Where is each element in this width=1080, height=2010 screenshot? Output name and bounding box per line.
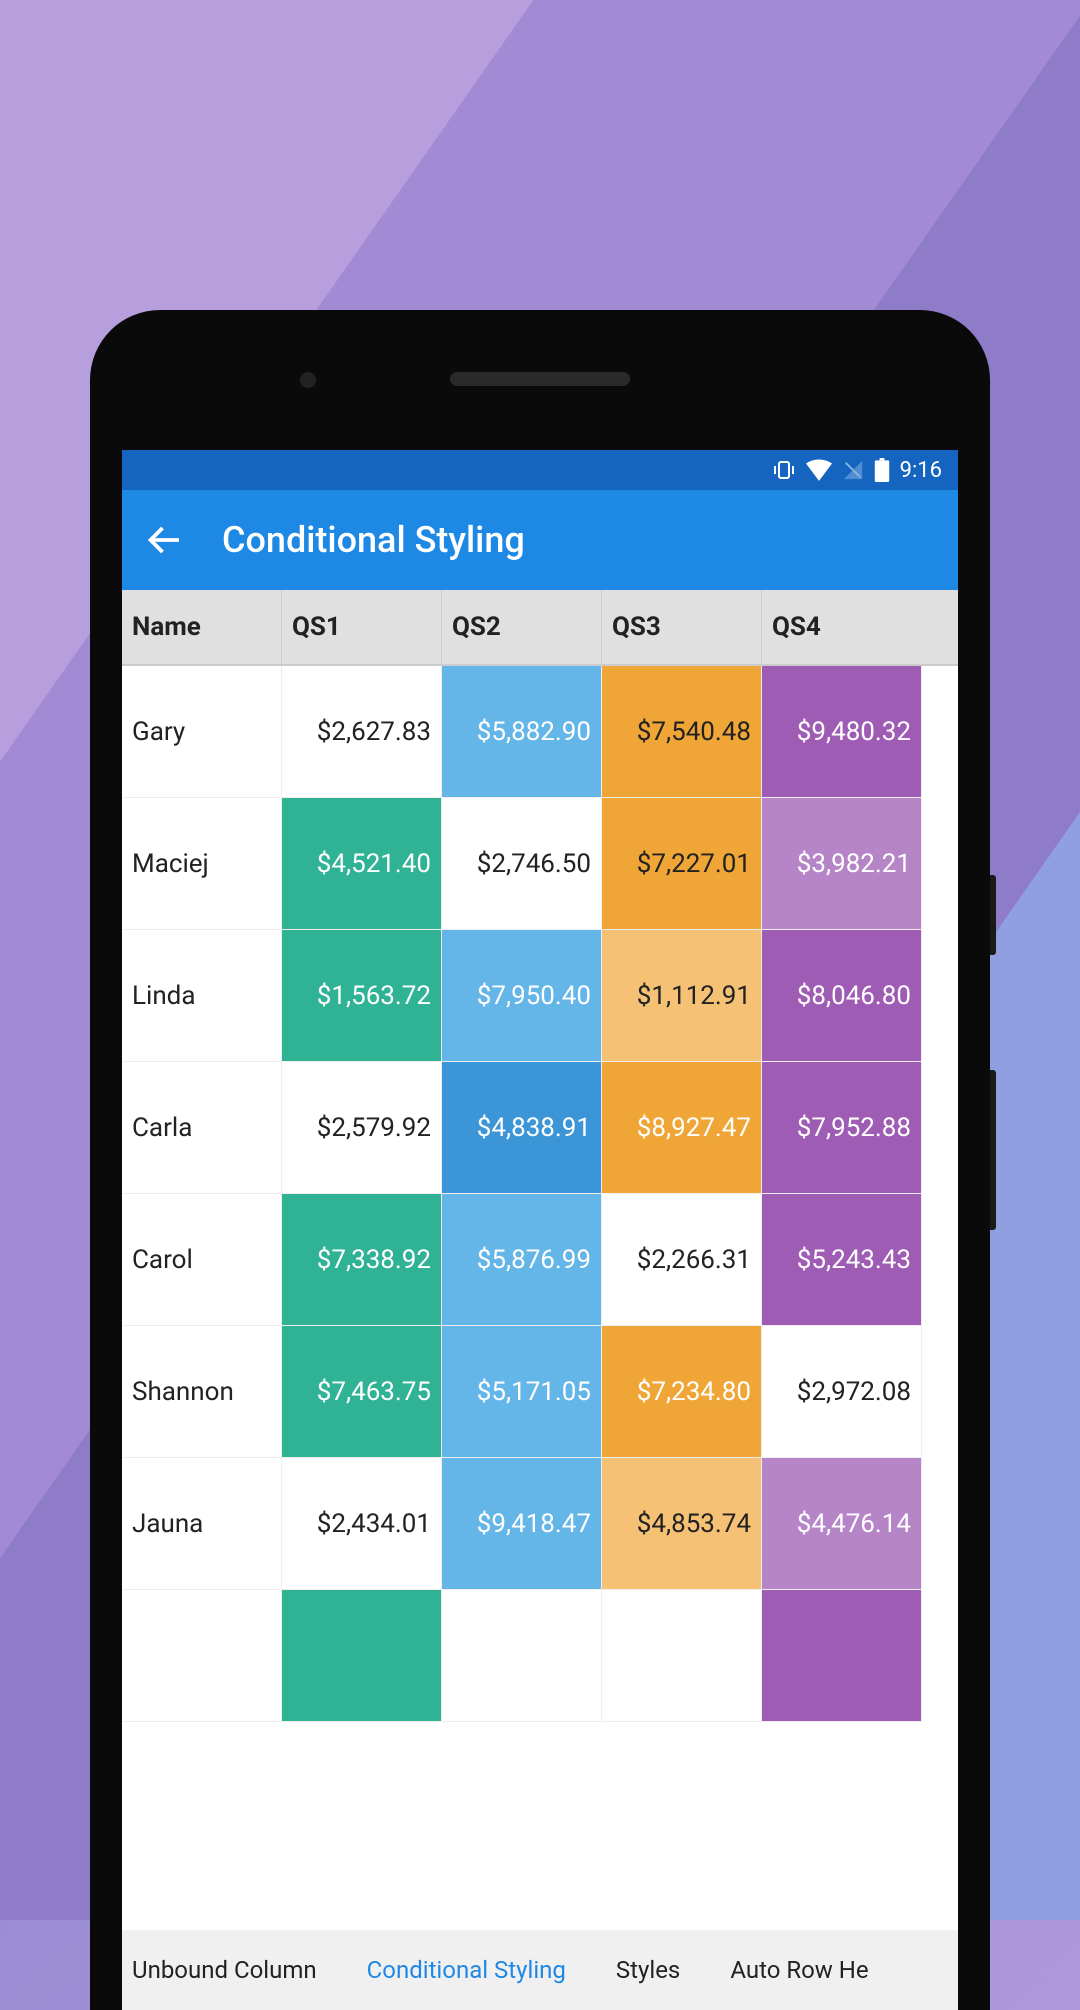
table-row[interactable]: Gary$2,627.83$5,882.90$7,540.48$9,480.32 xyxy=(122,666,958,798)
cell-qs1[interactable]: $1,563.72 xyxy=(282,930,442,1062)
cell-qs4[interactable]: $3,982.21 xyxy=(762,798,922,930)
grid-body: Gary$2,627.83$5,882.90$7,540.48$9,480.32… xyxy=(122,666,958,1722)
phone-side-button xyxy=(990,875,996,955)
cell-qs2[interactable]: $2,746.50 xyxy=(442,798,602,930)
cell-qs3[interactable]: $7,234.80 xyxy=(602,1326,762,1458)
wifi-icon xyxy=(806,459,832,481)
table-row[interactable]: Jauna$2,434.01$9,418.47$4,853.74$4,476.1… xyxy=(122,1458,958,1590)
cell-qs2[interactable] xyxy=(442,1590,602,1722)
no-signal-icon xyxy=(842,459,864,481)
status-bar: 9:16 xyxy=(122,450,958,490)
cell-qs2[interactable]: $5,876.99 xyxy=(442,1194,602,1326)
cell-qs4[interactable]: $7,952.88 xyxy=(762,1062,922,1194)
cell-qs2[interactable]: $9,418.47 xyxy=(442,1458,602,1590)
cell-qs4[interactable]: $8,046.80 xyxy=(762,930,922,1062)
cell-qs3[interactable]: $7,540.48 xyxy=(602,666,762,798)
cell-qs3[interactable]: $2,266.31 xyxy=(602,1194,762,1326)
cell-qs2[interactable]: $7,950.40 xyxy=(442,930,602,1062)
app-bar: Conditional Styling xyxy=(122,490,958,590)
col-header-qs1[interactable]: QS1 xyxy=(282,590,442,664)
battery-icon xyxy=(874,458,890,482)
phone-side-button xyxy=(990,1070,996,1230)
cell-qs4[interactable]: $4,476.14 xyxy=(762,1458,922,1590)
col-header-qs2[interactable]: QS2 xyxy=(442,590,602,664)
col-header-name[interactable]: Name xyxy=(122,590,282,664)
cell-qs3[interactable]: $8,927.47 xyxy=(602,1062,762,1194)
phone-speaker xyxy=(450,372,630,386)
cell-name[interactable] xyxy=(122,1590,282,1722)
cell-qs4[interactable]: $5,243.43 xyxy=(762,1194,922,1326)
page-title: Conditional Styling xyxy=(222,519,525,561)
data-grid[interactable]: Name QS1 QS2 QS3 QS4 Gary$2,627.83$5,882… xyxy=(122,590,958,1930)
phone-camera xyxy=(300,372,316,388)
col-header-qs4[interactable]: QS4 xyxy=(762,590,922,664)
cell-qs1[interactable]: $2,627.83 xyxy=(282,666,442,798)
cell-qs4[interactable] xyxy=(762,1590,922,1722)
cell-qs3[interactable] xyxy=(602,1590,762,1722)
cell-qs4[interactable]: $2,972.08 xyxy=(762,1326,922,1458)
cell-qs1[interactable]: $7,338.92 xyxy=(282,1194,442,1326)
back-button[interactable] xyxy=(146,522,182,558)
cell-qs2[interactable]: $4,838.91 xyxy=(442,1062,602,1194)
cell-name[interactable]: Carol xyxy=(122,1194,282,1326)
screen: 9:16 Conditional Styling Name QS1 QS2 QS… xyxy=(122,450,958,2010)
cell-qs3[interactable]: $7,227.01 xyxy=(602,798,762,930)
cell-qs3[interactable]: $4,853.74 xyxy=(602,1458,762,1590)
col-header-qs3[interactable]: QS3 xyxy=(602,590,762,664)
phone-frame: 9:16 Conditional Styling Name QS1 QS2 QS… xyxy=(90,310,990,2010)
table-row[interactable] xyxy=(122,1590,958,1722)
cell-qs4[interactable]: $9,480.32 xyxy=(762,666,922,798)
table-row[interactable]: Shannon$7,463.75$5,171.05$7,234.80$2,972… xyxy=(122,1326,958,1458)
cell-name[interactable]: Shannon xyxy=(122,1326,282,1458)
cell-qs1[interactable]: $7,463.75 xyxy=(282,1326,442,1458)
cell-qs1[interactable]: $2,579.92 xyxy=(282,1062,442,1194)
vibrate-icon xyxy=(772,458,796,482)
table-row[interactable]: Carla$2,579.92$4,838.91$8,927.47$7,952.8… xyxy=(122,1062,958,1194)
tab-styles[interactable]: Styles xyxy=(616,1956,680,1984)
tab-auto-row-he[interactable]: Auto Row He xyxy=(730,1956,868,1984)
cell-name[interactable]: Gary xyxy=(122,666,282,798)
tab-unbound-column[interactable]: Unbound Column xyxy=(132,1956,317,1984)
cell-qs2[interactable]: $5,882.90 xyxy=(442,666,602,798)
cell-name[interactable]: Maciej xyxy=(122,798,282,930)
table-row[interactable]: Linda$1,563.72$7,950.40$1,112.91$8,046.8… xyxy=(122,930,958,1062)
cell-name[interactable]: Carla xyxy=(122,1062,282,1194)
cell-qs1[interactable] xyxy=(282,1590,442,1722)
cell-qs3[interactable]: $1,112.91 xyxy=(602,930,762,1062)
bottom-tabs: Unbound Column Conditional Styling Styles A… xyxy=(122,1930,958,2010)
table-row[interactable]: Maciej$4,521.40$2,746.50$7,227.01$3,982.… xyxy=(122,798,958,930)
cell-qs1[interactable]: $2,434.01 xyxy=(282,1458,442,1590)
table-row[interactable]: Carol$7,338.92$5,876.99$2,266.31$5,243.4… xyxy=(122,1194,958,1326)
grid-header: Name QS1 QS2 QS3 QS4 xyxy=(122,590,958,666)
cell-name[interactable]: Jauna xyxy=(122,1458,282,1590)
tab-conditional-styling[interactable]: Conditional Styling xyxy=(367,1956,566,1984)
cell-qs2[interactable]: $5,171.05 xyxy=(442,1326,602,1458)
cell-qs1[interactable]: $4,521.40 xyxy=(282,798,442,930)
status-time: 9:16 xyxy=(900,458,942,483)
cell-name[interactable]: Linda xyxy=(122,930,282,1062)
